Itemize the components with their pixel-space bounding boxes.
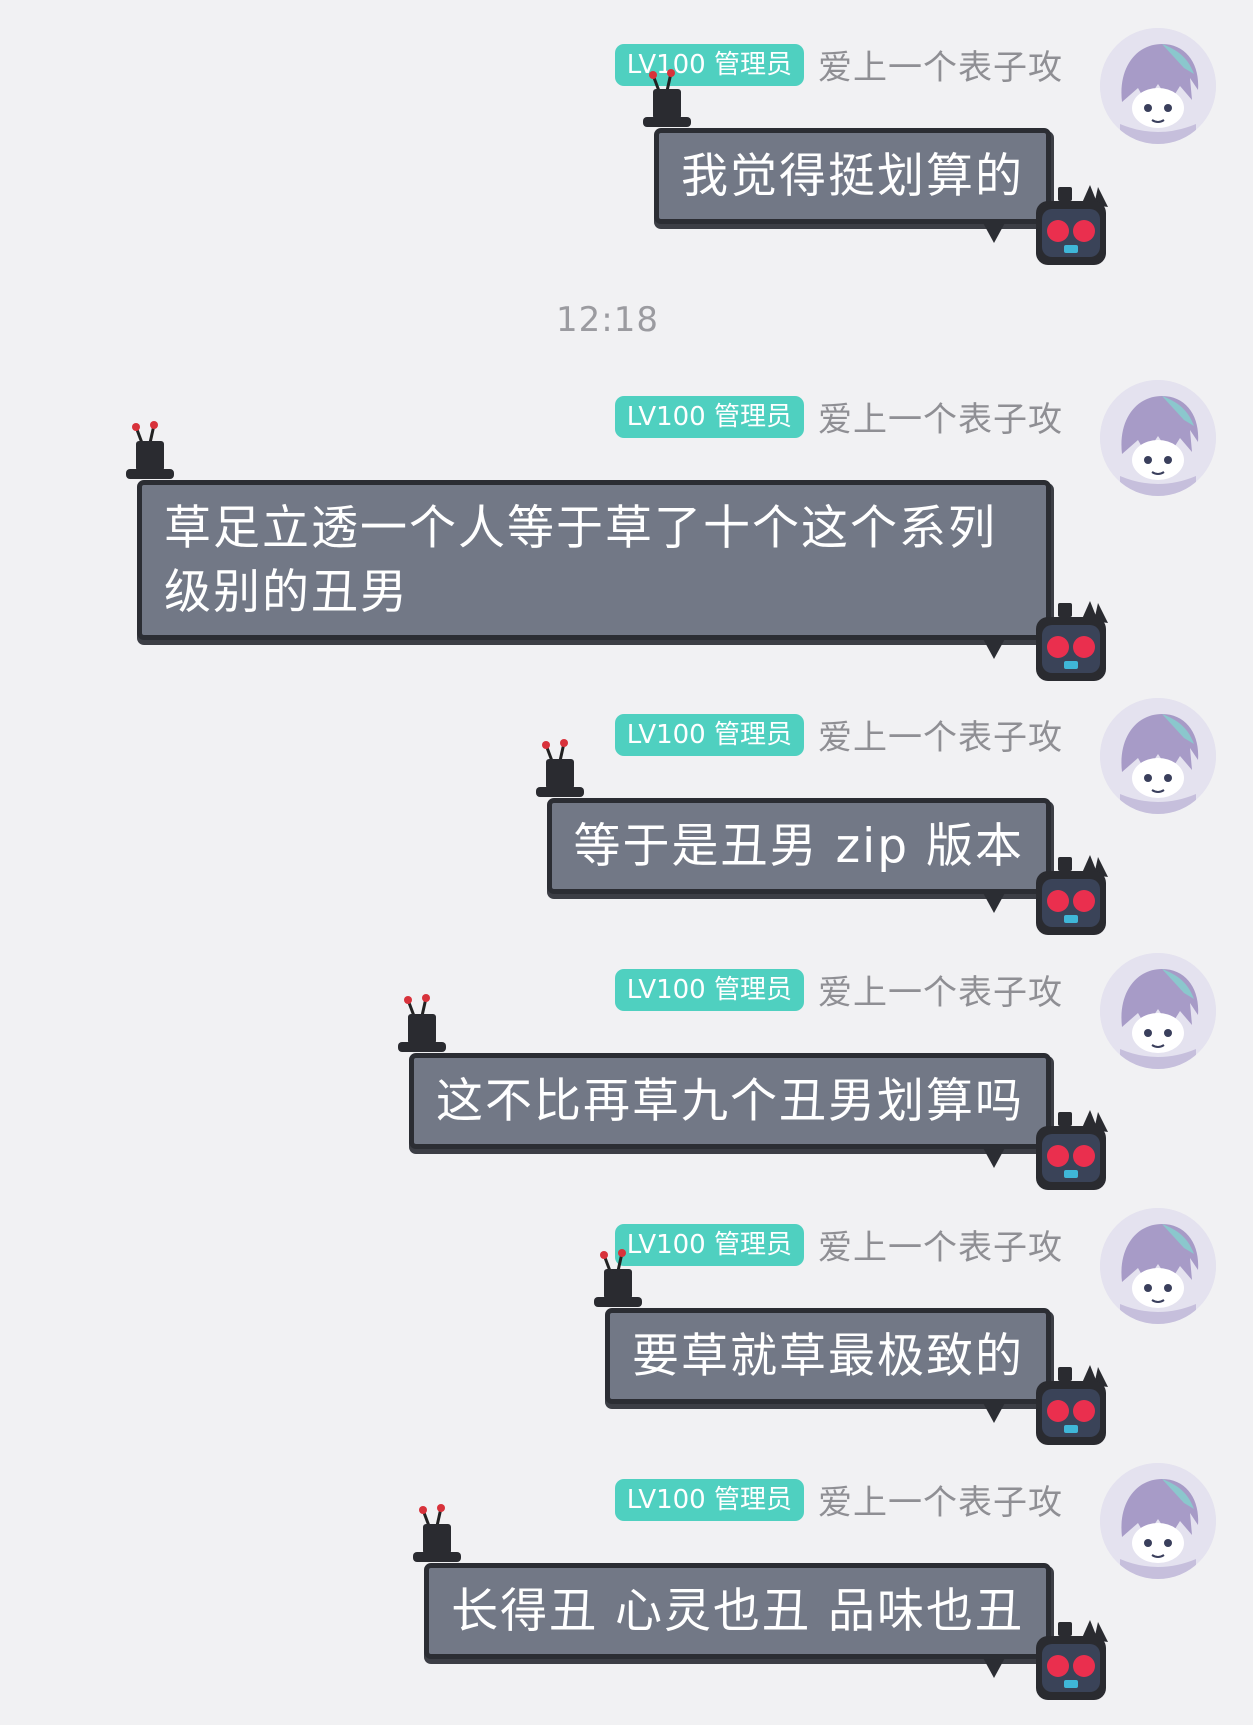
message-meta: LV100 管理员 爱上一个表子攻: [614, 1475, 1063, 1524]
sender-name[interactable]: 爱上一个表子攻: [818, 965, 1063, 1014]
sender-name[interactable]: 爱上一个表子攻: [818, 392, 1063, 441]
message-bubble[interactable]: 要草就草最极致的: [594, 1249, 1108, 1445]
sender-name[interactable]: 爱上一个表子攻: [818, 1220, 1063, 1269]
message-meta: LV100 管理员 爱上一个表子攻: [614, 392, 1063, 441]
bubble-tail: [982, 1146, 1006, 1168]
top-hat-icon: [120, 419, 180, 489]
bubble-tail: [982, 891, 1006, 913]
robot-cat-icon: [1028, 181, 1110, 273]
robot-cat-icon: [1028, 1616, 1110, 1708]
message-text: 要草就草最极致的: [632, 1329, 1024, 1384]
avatar[interactable]: [1100, 953, 1216, 1069]
message-bubble[interactable]: 草足立透一个人等于草了十个这个系列级别的丑男: [126, 421, 1108, 681]
level-badge: LV100 管理员: [614, 968, 804, 1011]
top-hat-icon: [392, 992, 452, 1062]
avatar[interactable]: [1100, 380, 1216, 496]
robot-cat-icon: [1028, 1106, 1110, 1198]
level-badge: LV100 管理员: [614, 395, 804, 438]
timestamp: 12:18: [556, 300, 659, 340]
top-hat-icon: [530, 737, 590, 807]
message-text: 草足立透一个人等于草了十个这个系列级别的丑男: [164, 501, 997, 620]
robot-cat-icon: [1028, 597, 1110, 689]
robot-cat-icon: [1028, 851, 1110, 943]
level-badge: LV100 管理员: [614, 713, 804, 756]
bubble-tail: [982, 1656, 1006, 1678]
message-meta: LV100 管理员 爱上一个表子攻: [614, 710, 1063, 759]
sender-name[interactable]: 爱上一个表子攻: [818, 710, 1063, 759]
bubble-tail: [982, 221, 1006, 243]
avatar[interactable]: [1100, 28, 1216, 144]
avatar[interactable]: [1100, 1463, 1216, 1579]
message-text: 这不比再草九个丑男划算吗: [436, 1074, 1024, 1129]
robot-cat-icon: [1028, 1361, 1110, 1453]
message-bubble[interactable]: 长得丑 心灵也丑 品味也丑: [413, 1504, 1108, 1700]
level-badge: LV100 管理员: [614, 1478, 804, 1521]
top-hat-icon: [637, 67, 697, 137]
message-bubble[interactable]: 这不比再草九个丑男划算吗: [398, 994, 1108, 1190]
message-text: 我觉得挺划算的: [681, 149, 1024, 204]
bubble-tail: [982, 637, 1006, 659]
top-hat-icon: [407, 1502, 467, 1572]
message-meta: LV100 管理员 爱上一个表子攻: [614, 1220, 1063, 1269]
message-meta: LV100 管理员 爱上一个表子攻: [614, 965, 1063, 1014]
sender-name[interactable]: 爱上一个表子攻: [818, 40, 1063, 89]
message-bubble[interactable]: 我觉得挺划算的: [643, 69, 1108, 265]
avatar[interactable]: [1100, 698, 1216, 814]
message-text: 等于是丑男 zip 版本: [573, 819, 1024, 874]
bubble-tail: [982, 1401, 1006, 1423]
message-bubble[interactable]: 等于是丑男 zip 版本: [535, 739, 1108, 935]
message-text: 长得丑 心灵也丑 品味也丑: [451, 1584, 1024, 1639]
sender-name[interactable]: 爱上一个表子攻: [818, 1475, 1063, 1524]
top-hat-icon: [588, 1247, 648, 1317]
avatar[interactable]: [1100, 1208, 1216, 1324]
